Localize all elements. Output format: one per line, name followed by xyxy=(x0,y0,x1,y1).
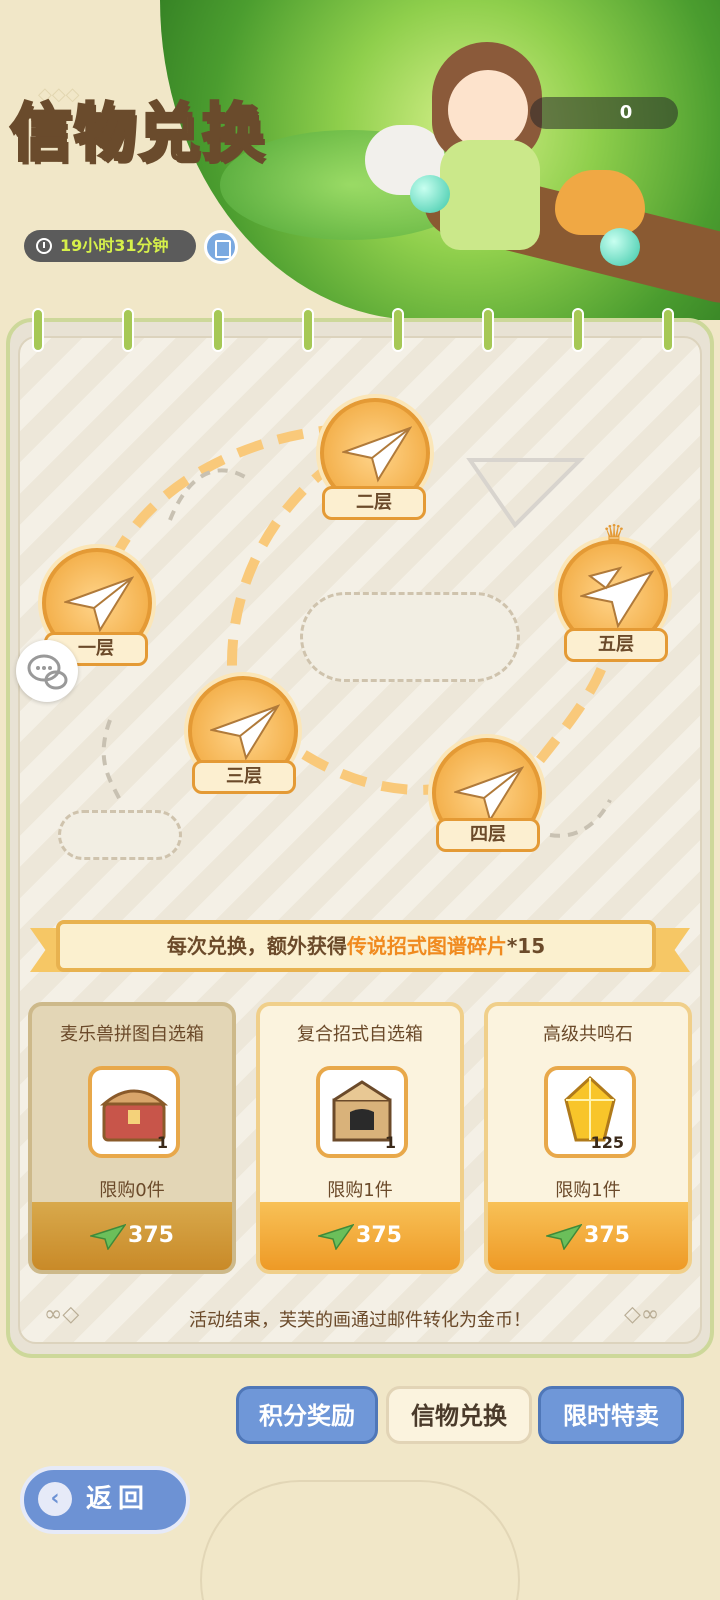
item-price-bar: 375 xyxy=(488,1202,688,1270)
girl-character-body xyxy=(440,140,540,250)
timer-text: 19小时31分钟 xyxy=(60,236,169,255)
item-quantity: 1 xyxy=(384,1133,396,1152)
item-quantity: 125 xyxy=(590,1133,624,1152)
item-name: 麦乐兽拼图自选箱 xyxy=(60,1024,204,1045)
paper-plane-icon xyxy=(210,704,280,761)
paper-planes-icon xyxy=(580,566,654,629)
item-name: 高级共鸣石 xyxy=(543,1024,633,1045)
chat-bubble-icon xyxy=(27,654,68,690)
paper-plane-currency-icon xyxy=(546,1224,582,1250)
crown-icon: ♛ xyxy=(602,520,626,550)
item-icon-box: 125 xyxy=(544,1066,636,1158)
score-display: 0 xyxy=(530,97,678,129)
event-end-note: 活动结束，芙芙的画通过邮件转化为金币！ xyxy=(189,1310,531,1331)
item-purchase-limit: 限购1件 xyxy=(555,1180,621,1201)
item-icon-box: 1 xyxy=(88,1066,180,1158)
clock-icon xyxy=(36,238,52,254)
binder-ring xyxy=(302,308,314,352)
floor-label-5: 五层 xyxy=(564,628,668,662)
floor-label-2: 二层 xyxy=(322,486,426,520)
page-title: 信物兑换 xyxy=(8,98,267,170)
score-value: 0 xyxy=(619,102,633,123)
binder-ring xyxy=(392,308,404,352)
binder-ring xyxy=(212,308,224,352)
paper-plane-icon xyxy=(454,766,524,823)
binder-ring xyxy=(122,308,134,352)
item-icon-box: 1 xyxy=(316,1066,408,1158)
back-arrow-icon: ‹ xyxy=(38,1482,72,1516)
paper-plane-icon xyxy=(342,426,412,483)
binder-ring xyxy=(662,308,674,352)
shop-item-card[interactable]: 高级共鸣石 125 限购1件 375 xyxy=(484,1002,692,1274)
item-price-bar: 375 xyxy=(32,1202,232,1270)
paper-plane-icon xyxy=(64,576,134,633)
back-button[interactable]: ‹ 返回 xyxy=(20,1466,190,1534)
item-name: 复合招式自选箱 xyxy=(297,1024,423,1045)
binder-ring xyxy=(32,308,44,352)
item-price: 375 xyxy=(356,1223,402,1248)
title-row: 信物兑换 xyxy=(8,82,267,172)
girl-character-face xyxy=(448,70,528,150)
chat-button[interactable] xyxy=(16,640,78,702)
shop-item-card[interactable]: 麦乐兽拼图自选箱 1 限购0件 375 xyxy=(28,1002,236,1274)
item-purchase-limit: 限购1件 xyxy=(327,1180,393,1201)
slime-icon xyxy=(410,175,450,213)
binder-ring xyxy=(572,308,584,352)
item-price-bar: 375 xyxy=(260,1202,460,1270)
ornament-left-icon: ∞◇ xyxy=(44,1302,80,1327)
tab-limited-sale[interactable]: 限时特卖 xyxy=(538,1386,684,1444)
cloud-decoration xyxy=(58,810,182,860)
floor-label-4: 四层 xyxy=(436,818,540,852)
ornament-right-icon: ◇∞ xyxy=(624,1302,660,1327)
item-price: 375 xyxy=(128,1223,174,1248)
bottom-ornament xyxy=(200,1480,520,1600)
item-price: 375 xyxy=(584,1223,630,1248)
binder-ring xyxy=(482,308,494,352)
shop-item-card[interactable]: 复合招式自选箱 1 限购1件 375 xyxy=(256,1002,464,1274)
banner-prefix: 每次兑换，额外获得 xyxy=(166,934,347,958)
floor-label-3: 三层 xyxy=(192,760,296,794)
tab-token-exchange[interactable]: 信物兑换 xyxy=(386,1386,532,1444)
paper-plane-currency-icon xyxy=(318,1224,354,1250)
bonus-banner: 每次兑换，额外获得传说招式图谱碎片*15 xyxy=(56,920,656,972)
banner-highlight: 传说招式图谱碎片 xyxy=(346,934,507,958)
fox-character xyxy=(555,170,645,235)
countdown-timer: 19小时31分钟 xyxy=(24,230,196,262)
item-quantity: 1 xyxy=(156,1133,168,1152)
tab-points-reward[interactable]: 积分奖励 xyxy=(236,1386,378,1444)
slime-icon xyxy=(600,228,640,266)
back-button-label: 返回 xyxy=(86,1484,151,1514)
cloud-decoration xyxy=(300,592,520,682)
banner-suffix: *15 xyxy=(506,934,546,958)
rules-book-button[interactable] xyxy=(204,230,238,264)
item-purchase-limit: 限购0件 xyxy=(99,1180,165,1201)
paper-plane-currency-icon xyxy=(90,1224,126,1250)
